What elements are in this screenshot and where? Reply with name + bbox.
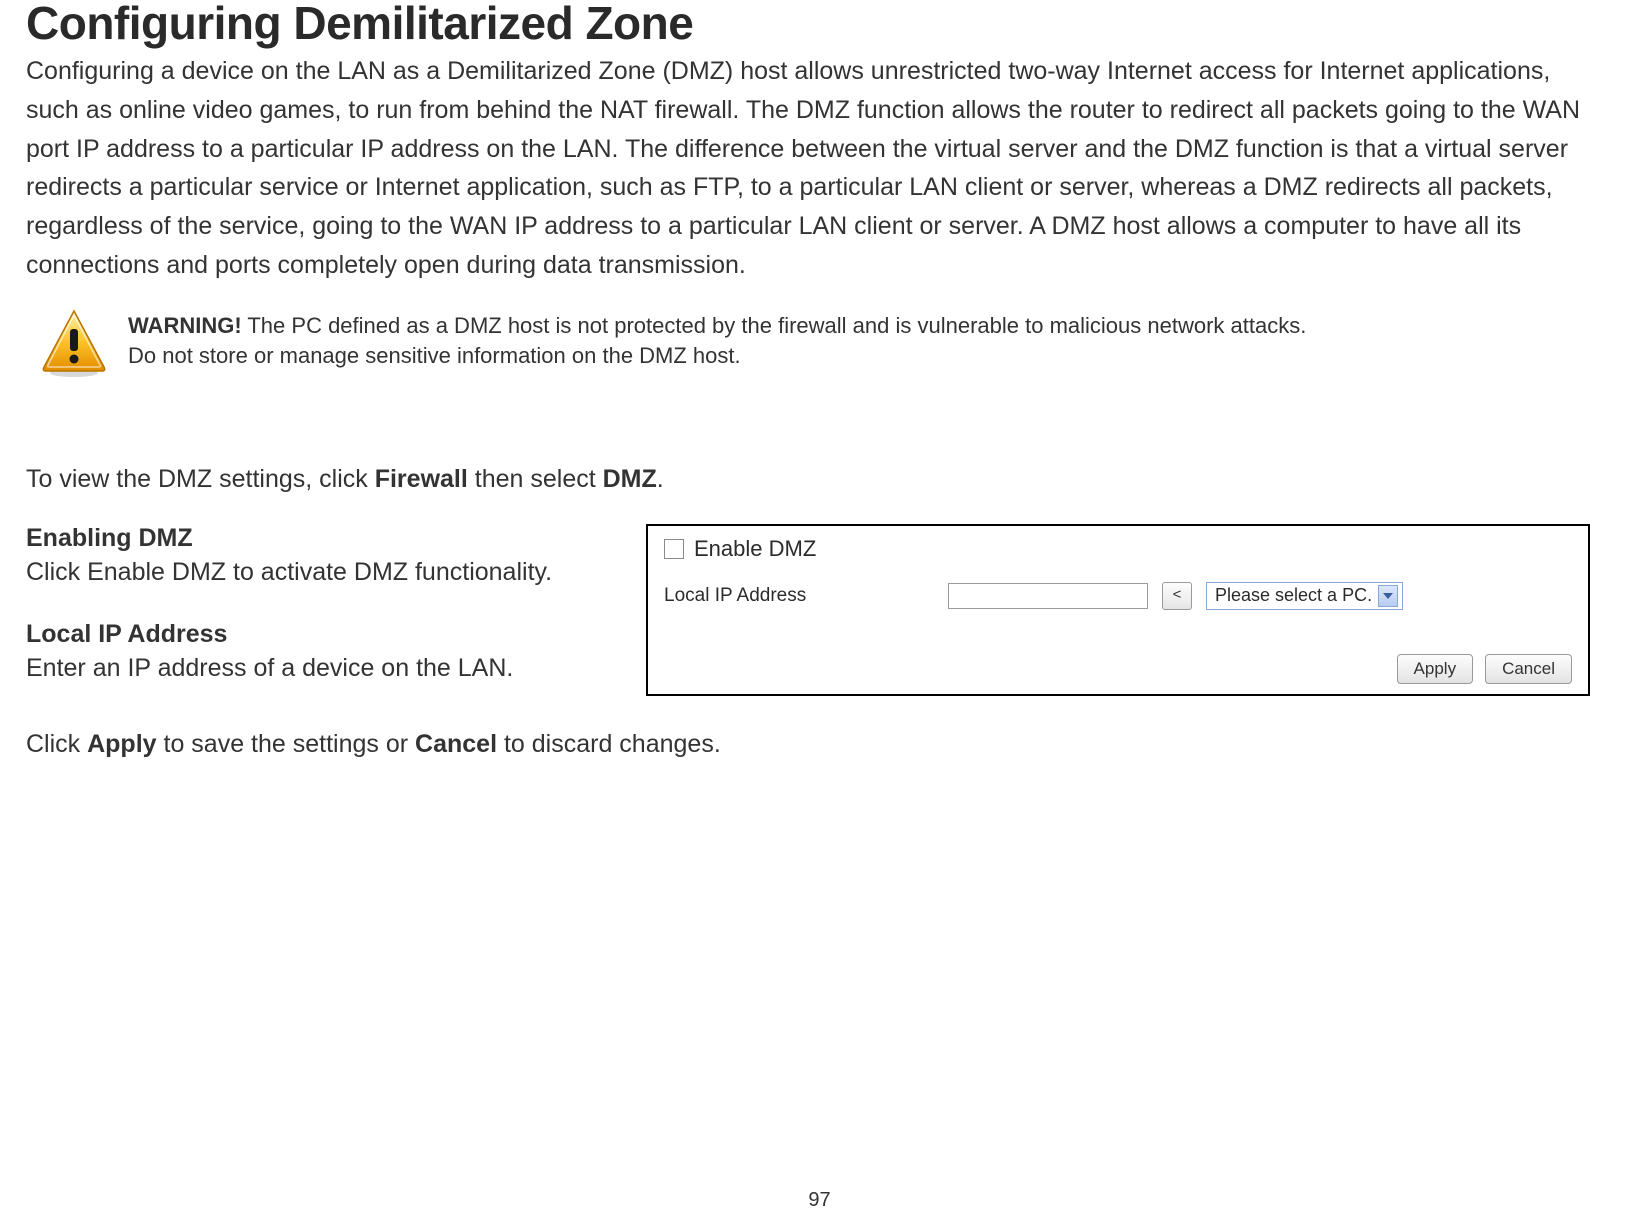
left-column: Enabling DMZ Click Enable DMZ to activat… [26,524,596,686]
pc-select-dropdown[interactable]: Please select a PC. [1206,582,1403,610]
nav-mid: then select [468,465,603,493]
warning-label: WARNING! [128,313,242,338]
local-ip-body: Enter an IP address of a device on the L… [26,651,596,686]
intro-paragraph: Configuring a device on the LAN as a Dem… [26,52,1606,285]
nav-instruction: To view the DMZ settings, click Firewall… [26,465,1613,494]
local-ip-label: Local IP Address [664,585,934,607]
nav-dmz: DMZ [603,465,657,493]
pc-select-text: Please select a PC. [1215,585,1372,606]
nav-pre: To view the DMZ settings, click [26,465,375,493]
final-apply: Apply [87,730,156,758]
enable-dmz-checkbox[interactable] [664,539,684,559]
local-ip-header: Local IP Address [26,620,596,649]
final-pre: Click [26,730,87,758]
apply-button[interactable]: Apply [1397,654,1474,684]
cancel-button[interactable]: Cancel [1485,654,1572,684]
page-number: 97 [0,1189,1639,1212]
nav-firewall: Firewall [375,465,468,493]
warning-text: WARNING! The PC defined as a DMZ host is… [128,307,1306,373]
warning-block: WARNING! The PC defined as a DMZ host is… [26,307,1613,379]
chevron-down-icon [1378,585,1398,607]
warning-icon [38,307,110,379]
warning-line1: The PC defined as a DMZ host is not prot… [242,313,1307,338]
assign-ip-button[interactable]: < [1162,582,1192,610]
local-ip-input[interactable] [948,583,1148,609]
enable-dmz-label: Enable DMZ [694,536,816,562]
final-cancel: Cancel [415,730,497,758]
dmz-settings-panel: Enable DMZ Local IP Address < Please sel… [646,524,1590,696]
enable-dmz-body: Click Enable DMZ to activate DMZ functio… [26,555,596,590]
enable-dmz-header: Enabling DMZ [26,524,596,553]
page-title: Configuring Demilitarized Zone [26,0,1613,46]
final-post: to discard changes. [497,730,721,758]
final-instruction: Click Apply to save the settings or Canc… [26,730,1613,759]
final-mid: to save the settings or [157,730,415,758]
nav-post: . [657,465,664,493]
warning-line2: Do not store or manage sensitive informa… [128,343,741,368]
